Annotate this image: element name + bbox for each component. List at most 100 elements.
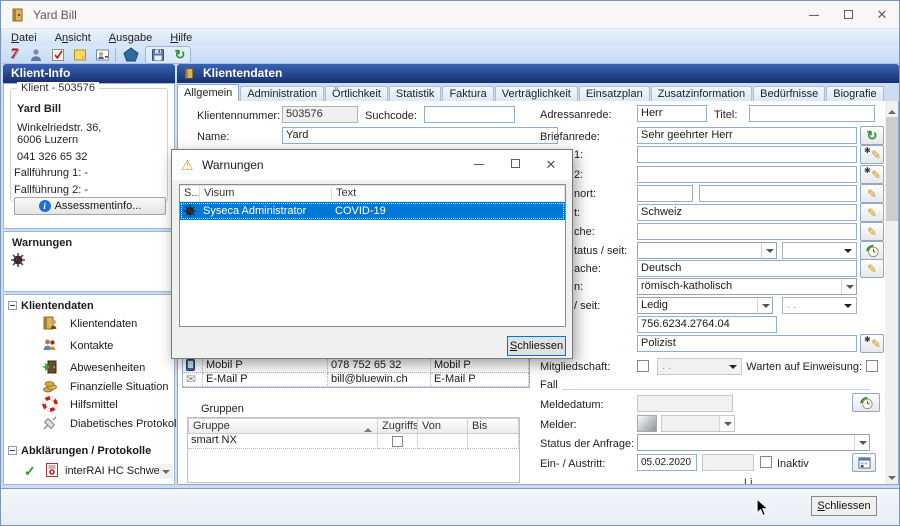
menu-hilfe[interactable]: Hilfe: [161, 32, 201, 44]
tab-vertraeglichkeit[interactable]: Verträglichkeit: [495, 86, 578, 101]
contact-value-cell[interactable]: 078 752 65 32: [328, 359, 431, 373]
nav-item-interrai[interactable]: interRAI HC Schweiz: [65, 465, 168, 477]
contact-kind-cell[interactable]: Mobil P: [431, 359, 529, 373]
contact-type-cell[interactable]: E-Mail P: [203, 373, 328, 387]
meldedatum-field[interactable]: [637, 395, 733, 412]
suchcode-field[interactable]: [424, 106, 515, 123]
inaktiv-checkbox[interactable]: [760, 456, 772, 468]
eintritt-calendar-button[interactable]: [852, 453, 876, 472]
klientennummer-field[interactable]: 503576: [282, 106, 358, 123]
tab-faktura[interactable]: Faktura: [442, 86, 493, 101]
scroll-down-button[interactable]: [885, 470, 899, 485]
window-close-button[interactable]: ✕: [865, 1, 899, 28]
adressanrede-field[interactable]: Herr: [637, 105, 707, 122]
col-text[interactable]: Text: [332, 185, 565, 202]
konfession-select[interactable]: römisch-katholisch: [637, 278, 857, 295]
contact-card-button[interactable]: [92, 47, 112, 63]
nav-group-klientendaten[interactable]: Klientendaten: [21, 300, 94, 312]
staat-field[interactable]: Schweiz: [637, 204, 857, 221]
menu-datei[interactable]: Datei: [2, 32, 46, 44]
name-field[interactable]: Yard: [282, 127, 558, 144]
staat-edit-button[interactable]: [860, 203, 884, 222]
close-button[interactable]: Schliessen: [811, 496, 877, 516]
status-select[interactable]: [637, 242, 777, 259]
beruf-edit-button[interactable]: ✱✎: [860, 334, 884, 353]
row2-edit-button[interactable]: ✱✎: [860, 165, 884, 184]
dialog-maximize-button[interactable]: [498, 150, 532, 179]
tab-einsatzplan[interactable]: Einsatzplan: [579, 86, 650, 101]
nav-item-diabetisches-protokoll[interactable]: Diabetisches Protokoll: [70, 418, 179, 430]
dialog-minimize-button[interactable]: [462, 150, 496, 179]
refresh-button[interactable]: [170, 47, 190, 63]
field-row2[interactable]: [637, 166, 857, 183]
tab-biografie[interactable]: Biografie: [826, 86, 883, 101]
zivilstand-select[interactable]: Ledig: [637, 297, 773, 314]
nav-group-abklaerungen[interactable]: Abklärungen / Protokolle: [21, 445, 151, 457]
mitgliedschaft-checkbox[interactable]: [637, 360, 649, 372]
briefanrede-field[interactable]: Sehr geehrter Herr: [637, 127, 857, 144]
sprache-field[interactable]: Deutsch: [637, 260, 857, 277]
gruppen-col-gruppe[interactable]: Gruppe: [188, 418, 378, 434]
warten-checkbox[interactable]: [866, 360, 878, 372]
dialog-close-button[interactable]: ✕: [534, 150, 568, 179]
gruppen-zugriff-checkbox[interactable]: [392, 436, 403, 447]
collapse-icon[interactable]: [8, 301, 17, 310]
gruppen-col-zugriff[interactable]: Zugriffs...: [378, 418, 418, 434]
titlebar[interactable]: Yard Bill ✕: [1, 1, 899, 29]
contact-type-cell[interactable]: Mobil P: [203, 359, 328, 373]
row5-edit-button[interactable]: [860, 222, 884, 241]
nav-scroll-down-button[interactable]: [159, 464, 173, 479]
assessmentinfo-button[interactable]: i Assessmentinfo...: [14, 197, 166, 215]
collapse-icon[interactable]: [8, 446, 17, 455]
menu-ansicht[interactable]: Ansicht: [46, 32, 100, 44]
nav-item-kontakte[interactable]: Kontakte: [70, 340, 113, 352]
plz-field[interactable]: [637, 185, 693, 202]
gruppen-col-von[interactable]: Von: [418, 418, 468, 434]
field-row1[interactable]: [637, 146, 857, 163]
mitgliedschaft-date-combo[interactable]: . .: [657, 358, 742, 375]
client-button[interactable]: [26, 47, 46, 63]
tab-zusatzinformation[interactable]: Zusatzinformation: [651, 86, 752, 101]
gruppen-row-name[interactable]: smart NX: [188, 434, 378, 449]
tab-allgemein[interactable]: Allgemein: [177, 84, 239, 101]
nav-item-hilfsmittel[interactable]: Hilfsmittel: [70, 399, 118, 411]
austritt-field[interactable]: [702, 454, 754, 471]
protocol-button[interactable]: [48, 47, 68, 63]
status-history-button[interactable]: [860, 241, 884, 260]
note-button[interactable]: [70, 47, 90, 63]
col-s[interactable]: S...: [180, 185, 200, 202]
eintritt-field[interactable]: 05.02.2020: [637, 454, 697, 471]
nav-item-klientendaten[interactable]: Klientendaten: [70, 318, 137, 330]
titel-field[interactable]: [749, 105, 875, 122]
menu-ausgabe[interactable]: Ausgabe: [100, 32, 161, 44]
wohnort-field[interactable]: [699, 185, 857, 202]
melder-icon[interactable]: [637, 415, 657, 432]
status-date-combo[interactable]: [782, 242, 857, 259]
sprache-edit-button[interactable]: [860, 259, 884, 278]
tab-oertlichkeit[interactable]: Örtlichkeit: [325, 86, 388, 101]
warning-row[interactable]: Syseca Administrator COVID-19: [180, 202, 565, 220]
status-anfrage-select[interactable]: [637, 434, 870, 451]
briefanrede-refresh-button[interactable]: [860, 126, 884, 145]
col-visum[interactable]: Visum: [200, 185, 332, 202]
contact-value-cell[interactable]: bill@bluewin.ch: [328, 373, 431, 387]
tab-administration[interactable]: Administration: [240, 86, 324, 101]
tab-beduerfnisse[interactable]: Bedürfnisse: [753, 86, 825, 101]
field-row5[interactable]: [637, 223, 857, 240]
dialog-titlebar[interactable]: Warnungen ✕: [172, 150, 572, 180]
save-button[interactable]: [148, 47, 168, 63]
ahv-field[interactable]: 756.6234.2764.04: [637, 316, 777, 333]
scroll-up-button[interactable]: [885, 101, 899, 116]
nav-item-abwesenheiten[interactable]: Abwesenheiten: [70, 362, 145, 374]
tab-statistik[interactable]: Statistik: [389, 86, 442, 101]
beruf-field[interactable]: Polizist: [637, 335, 857, 352]
gruppen-col-bis[interactable]: Bis: [468, 418, 519, 434]
dialog-close-action-button[interactable]: Schliessen: [507, 336, 566, 356]
pentagon-button[interactable]: [121, 47, 141, 63]
melder-select[interactable]: [661, 415, 735, 432]
window-minimize-button[interactable]: [797, 1, 831, 28]
wohnort-edit-button[interactable]: [860, 184, 884, 203]
zivilstand-date-combo[interactable]: . .: [782, 297, 857, 314]
contact-kind-cell[interactable]: E-Mail P: [431, 373, 529, 387]
row1-edit-button[interactable]: ✱✎: [860, 145, 884, 164]
